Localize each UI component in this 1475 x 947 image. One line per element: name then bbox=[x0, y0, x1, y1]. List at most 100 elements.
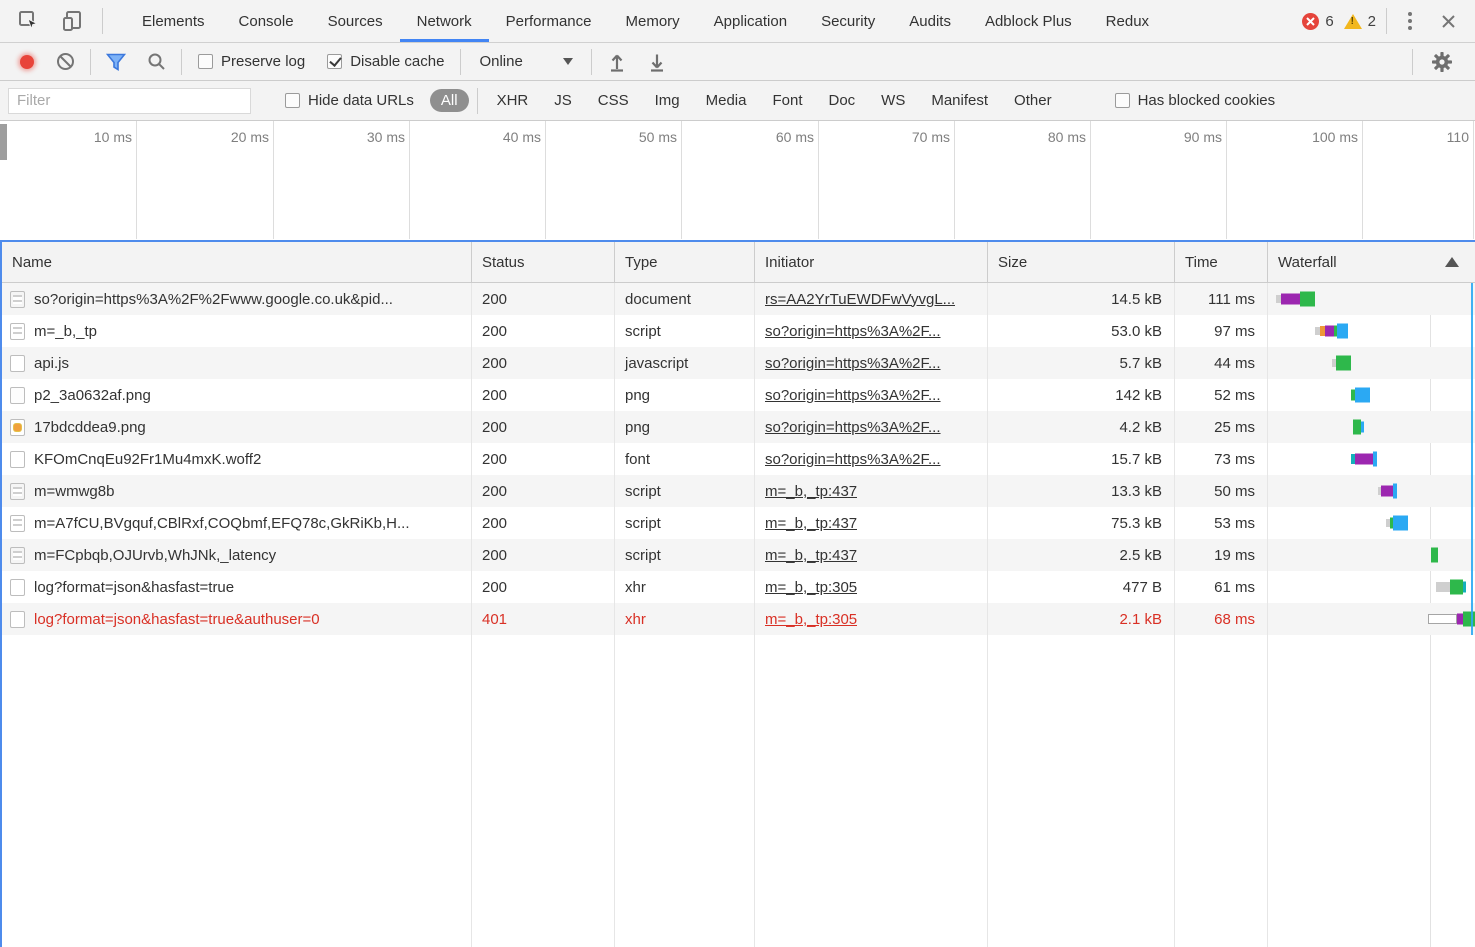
overview-grip[interactable] bbox=[0, 124, 7, 160]
disable-cache-checkbox[interactable]: Disable cache bbox=[321, 53, 450, 70]
type-cell: document bbox=[615, 283, 755, 315]
request-name: m=FCpbqb,OJUrvb,WhJNk,_latency bbox=[34, 547, 276, 564]
tab-adblock-plus[interactable]: Adblock Plus bbox=[968, 0, 1089, 42]
request-name-cell: api.js bbox=[2, 347, 472, 379]
has-blocked-cookies-checkbox[interactable]: Has blocked cookies bbox=[1109, 92, 1282, 109]
tab-application[interactable]: Application bbox=[697, 0, 804, 42]
close-devtools-icon[interactable] bbox=[1433, 6, 1463, 36]
initiator-cell: so?origin=https%3A%2F... bbox=[755, 443, 988, 475]
column-header-type[interactable]: Type bbox=[615, 242, 755, 282]
request-row[interactable]: m=_b,_tp200scriptso?origin=https%3A%2F..… bbox=[2, 315, 1475, 347]
initiator-link[interactable]: so?origin=https%3A%2F... bbox=[765, 387, 941, 404]
clear-icon[interactable] bbox=[50, 47, 80, 77]
overview-tick-label: 20 ms bbox=[231, 129, 269, 145]
request-name-cell: m=wmwg8b bbox=[2, 475, 472, 507]
column-header-initiator[interactable]: Initiator bbox=[755, 242, 988, 282]
request-row[interactable]: log?format=json&hasfast=true&authuser=04… bbox=[2, 603, 1475, 635]
type-filter-ws[interactable]: WS bbox=[870, 89, 916, 112]
settings-gear-icon[interactable] bbox=[1427, 47, 1457, 77]
requests-table: NameStatusTypeInitiatorSizeTime Waterfall… bbox=[0, 240, 1475, 947]
initiator-link[interactable]: so?origin=https%3A%2F... bbox=[765, 323, 941, 340]
type-filter-img[interactable]: Img bbox=[644, 89, 691, 112]
tab-memory[interactable]: Memory bbox=[609, 0, 697, 42]
tab-performance[interactable]: Performance bbox=[489, 0, 609, 42]
filter-input[interactable] bbox=[8, 88, 251, 114]
waterfall-cell bbox=[1268, 603, 1475, 635]
overview-tick-line bbox=[1226, 121, 1227, 239]
type-filter-manifest[interactable]: Manifest bbox=[920, 89, 999, 112]
import-har-icon[interactable] bbox=[602, 47, 632, 77]
checkbox-icon[interactable] bbox=[1115, 93, 1130, 108]
request-row[interactable]: log?format=json&hasfast=true200xhrm=_b,_… bbox=[2, 571, 1475, 603]
time-cell: 97 ms bbox=[1175, 315, 1268, 347]
hide-data-urls-checkbox[interactable]: Hide data URLs bbox=[279, 92, 420, 109]
column-header-size[interactable]: Size bbox=[988, 242, 1175, 282]
tab-network[interactable]: Network bbox=[400, 0, 489, 42]
initiator-link[interactable]: m=_b,_tp:437 bbox=[765, 483, 857, 500]
preserve-log-checkbox[interactable]: Preserve log bbox=[192, 53, 311, 70]
overview-tick-line bbox=[1473, 121, 1474, 239]
column-header-name[interactable]: Name bbox=[2, 242, 472, 282]
initiator-link[interactable]: m=_b,_tp:437 bbox=[765, 547, 857, 564]
tab-sources[interactable]: Sources bbox=[311, 0, 400, 42]
checkbox-icon[interactable] bbox=[327, 54, 342, 69]
request-name: 17bdcddea9.png bbox=[34, 419, 146, 436]
request-row[interactable]: m=FCpbqb,OJUrvb,WhJNk,_latency200scriptm… bbox=[2, 539, 1475, 571]
error-badge[interactable]: 6 bbox=[1302, 13, 1333, 30]
type-filter-doc[interactable]: Doc bbox=[817, 89, 866, 112]
status-cell: 200 bbox=[472, 315, 615, 347]
error-icon bbox=[1302, 13, 1319, 30]
search-icon[interactable] bbox=[141, 47, 171, 77]
type-filter-other[interactable]: Other bbox=[1003, 89, 1063, 112]
initiator-link[interactable]: m=_b,_tp:437 bbox=[765, 515, 857, 532]
tab-security[interactable]: Security bbox=[804, 0, 892, 42]
type-filter-xhr[interactable]: XHR bbox=[486, 89, 540, 112]
column-header-label: Waterfall bbox=[1278, 254, 1337, 271]
warning-badge[interactable]: 2 bbox=[1344, 13, 1376, 30]
column-header-status[interactable]: Status bbox=[472, 242, 615, 282]
type-filter-font[interactable]: Font bbox=[761, 89, 813, 112]
device-toolbar-icon[interactable] bbox=[58, 6, 88, 36]
network-overview-timeline[interactable]: 10 ms20 ms30 ms40 ms50 ms60 ms70 ms80 ms… bbox=[0, 121, 1475, 240]
request-row[interactable]: m=wmwg8b200scriptm=_b,_tp:43713.3 kB50 m… bbox=[2, 475, 1475, 507]
warning-count: 2 bbox=[1368, 13, 1376, 30]
initiator-link[interactable]: rs=AA2YrTuEWDFwVyvgL... bbox=[765, 291, 955, 308]
record-icon[interactable] bbox=[20, 55, 34, 69]
status-cell: 200 bbox=[472, 507, 615, 539]
initiator-link[interactable]: m=_b,_tp:305 bbox=[765, 579, 857, 596]
initiator-link[interactable]: so?origin=https%3A%2F... bbox=[765, 419, 941, 436]
status-cell: 200 bbox=[472, 539, 615, 571]
tab-redux[interactable]: Redux bbox=[1089, 0, 1166, 42]
request-row[interactable]: api.js200javascriptso?origin=https%3A%2F… bbox=[2, 347, 1475, 379]
request-row[interactable]: m=A7fCU,BVgquf,CBlRxf,COQbmf,EFQ78c,GkRi… bbox=[2, 507, 1475, 539]
time-cell: 53 ms bbox=[1175, 507, 1268, 539]
request-row[interactable]: so?origin=https%3A%2F%2Fwww.google.co.uk… bbox=[2, 283, 1475, 315]
type-filter-all[interactable]: All bbox=[430, 89, 469, 112]
initiator-link[interactable]: so?origin=https%3A%2F... bbox=[765, 355, 941, 372]
tab-console[interactable]: Console bbox=[222, 0, 311, 42]
inspect-element-icon[interactable] bbox=[14, 6, 44, 36]
type-filter-css[interactable]: CSS bbox=[587, 89, 640, 112]
tab-elements[interactable]: Elements bbox=[125, 0, 222, 42]
request-row[interactable]: KFOmCnqEu92Fr1Mu4mxK.woff2200fontso?orig… bbox=[2, 443, 1475, 475]
request-row[interactable]: 17bdcddea9.png200pngso?origin=https%3A%2… bbox=[2, 411, 1475, 443]
throttling-dropdown[interactable]: Online bbox=[471, 53, 581, 70]
type-filter-js[interactable]: JS bbox=[543, 89, 583, 112]
column-header-time[interactable]: Time bbox=[1175, 242, 1268, 282]
kebab-menu-icon[interactable] bbox=[1397, 6, 1423, 36]
devtools-tabs: ElementsConsoleSourcesNetworkPerformance… bbox=[125, 0, 1166, 42]
tab-audits[interactable]: Audits bbox=[892, 0, 968, 42]
request-row[interactable]: p2_3a0632af.png200pngso?origin=https%3A%… bbox=[2, 379, 1475, 411]
type-filter-media[interactable]: Media bbox=[695, 89, 758, 112]
initiator-cell: m=_b,_tp:305 bbox=[755, 603, 988, 635]
initiator-link[interactable]: so?origin=https%3A%2F... bbox=[765, 451, 941, 468]
filter-icon[interactable] bbox=[101, 47, 131, 77]
status-cell: 200 bbox=[472, 379, 615, 411]
request-name-cell: log?format=json&hasfast=true&authuser=0 bbox=[2, 603, 472, 635]
initiator-link[interactable]: m=_b,_tp:305 bbox=[765, 611, 857, 628]
checkbox-icon[interactable] bbox=[285, 93, 300, 108]
checkbox-icon[interactable] bbox=[198, 54, 213, 69]
column-header-waterfall[interactable]: Waterfall bbox=[1268, 242, 1475, 282]
export-har-icon[interactable] bbox=[642, 47, 672, 77]
overview-tick-label: 10 ms bbox=[94, 129, 132, 145]
